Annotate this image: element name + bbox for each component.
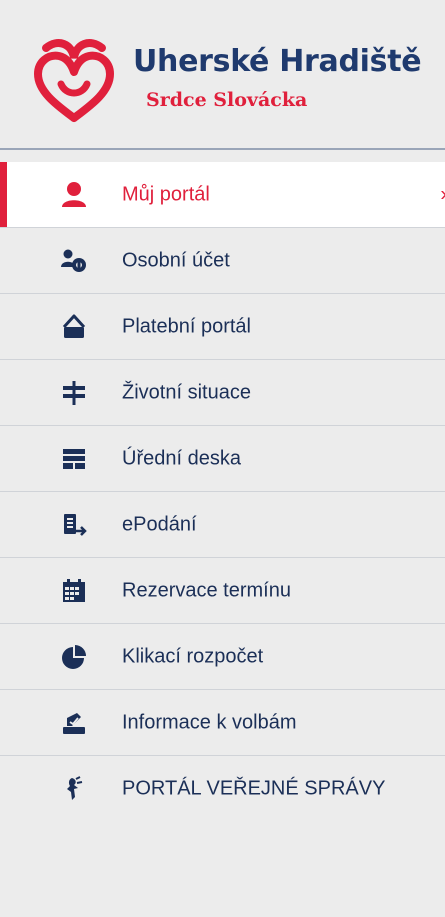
- sidebar-item-platebni-portal[interactable]: Platební portál: [0, 294, 445, 360]
- sidebar-item-label: Informace k volbám: [122, 711, 297, 733]
- header-divider: [0, 148, 445, 150]
- noticeboard-icon: [60, 445, 88, 473]
- sidebar-item-label: Klikací rozpočet: [122, 645, 264, 667]
- sidebar-item-osobni-ucet[interactable]: Osobní účet: [0, 228, 445, 294]
- sidebar-item-informace-k-volbam[interactable]: Informace k volbám: [0, 690, 445, 756]
- sidebar-item-uredni-deska[interactable]: Úřední deska: [0, 426, 445, 492]
- heart-logo-icon[interactable]: [28, 34, 120, 126]
- sidebar-item-rezervace-terminu[interactable]: Rezervace termínu: [0, 558, 445, 624]
- sidebar-item-muj-portal[interactable]: Můj portál ›: [0, 162, 445, 228]
- chevron-right-icon: ›: [440, 183, 445, 206]
- user-icon: [60, 181, 88, 209]
- sidebar-item-label: PORTÁL VEŘEJNÉ SPRÁVY: [122, 777, 386, 800]
- header: Uherské Hradiště Srdce Slovácka: [0, 0, 445, 148]
- sidebar-item-label: Můj portál: [122, 183, 210, 205]
- sidebar-item-label: Životní situace: [122, 381, 251, 403]
- calendar-icon: [60, 577, 88, 605]
- e-submission-icon: [60, 511, 88, 539]
- pie-chart-icon: [60, 643, 88, 671]
- brand-subtitle: Srdce Slovácka: [146, 89, 308, 111]
- sidebar-item-label: ePodání: [122, 513, 197, 535]
- sidebar-item-label: Úřední deska: [122, 447, 241, 469]
- sidebar-menu: Můj portál › Osobní účet Platební portál: [0, 162, 445, 822]
- sidebar-item-label: Rezervace termínu: [122, 579, 291, 601]
- payment-card-icon: [60, 313, 88, 341]
- sidebar-item-portal-verejne-spravy[interactable]: PORTÁL VEŘEJNÉ SPRÁVY: [0, 756, 445, 822]
- state-emblem-icon: [60, 775, 88, 803]
- ballot-icon: [60, 709, 88, 737]
- sidebar-item-label: Platební portál: [122, 315, 251, 337]
- signpost-icon: [60, 379, 88, 407]
- brand-title[interactable]: Uherské Hradiště: [133, 44, 422, 79]
- account-users-icon: [60, 247, 88, 275]
- sidebar-item-klikaci-rozpocet[interactable]: Klikací rozpočet: [0, 624, 445, 690]
- sidebar-item-zivotni-situace[interactable]: Životní situace: [0, 360, 445, 426]
- sidebar-item-label: Osobní účet: [122, 249, 230, 271]
- sidebar-item-epodani[interactable]: ePodání: [0, 492, 445, 558]
- active-indicator: [0, 162, 7, 227]
